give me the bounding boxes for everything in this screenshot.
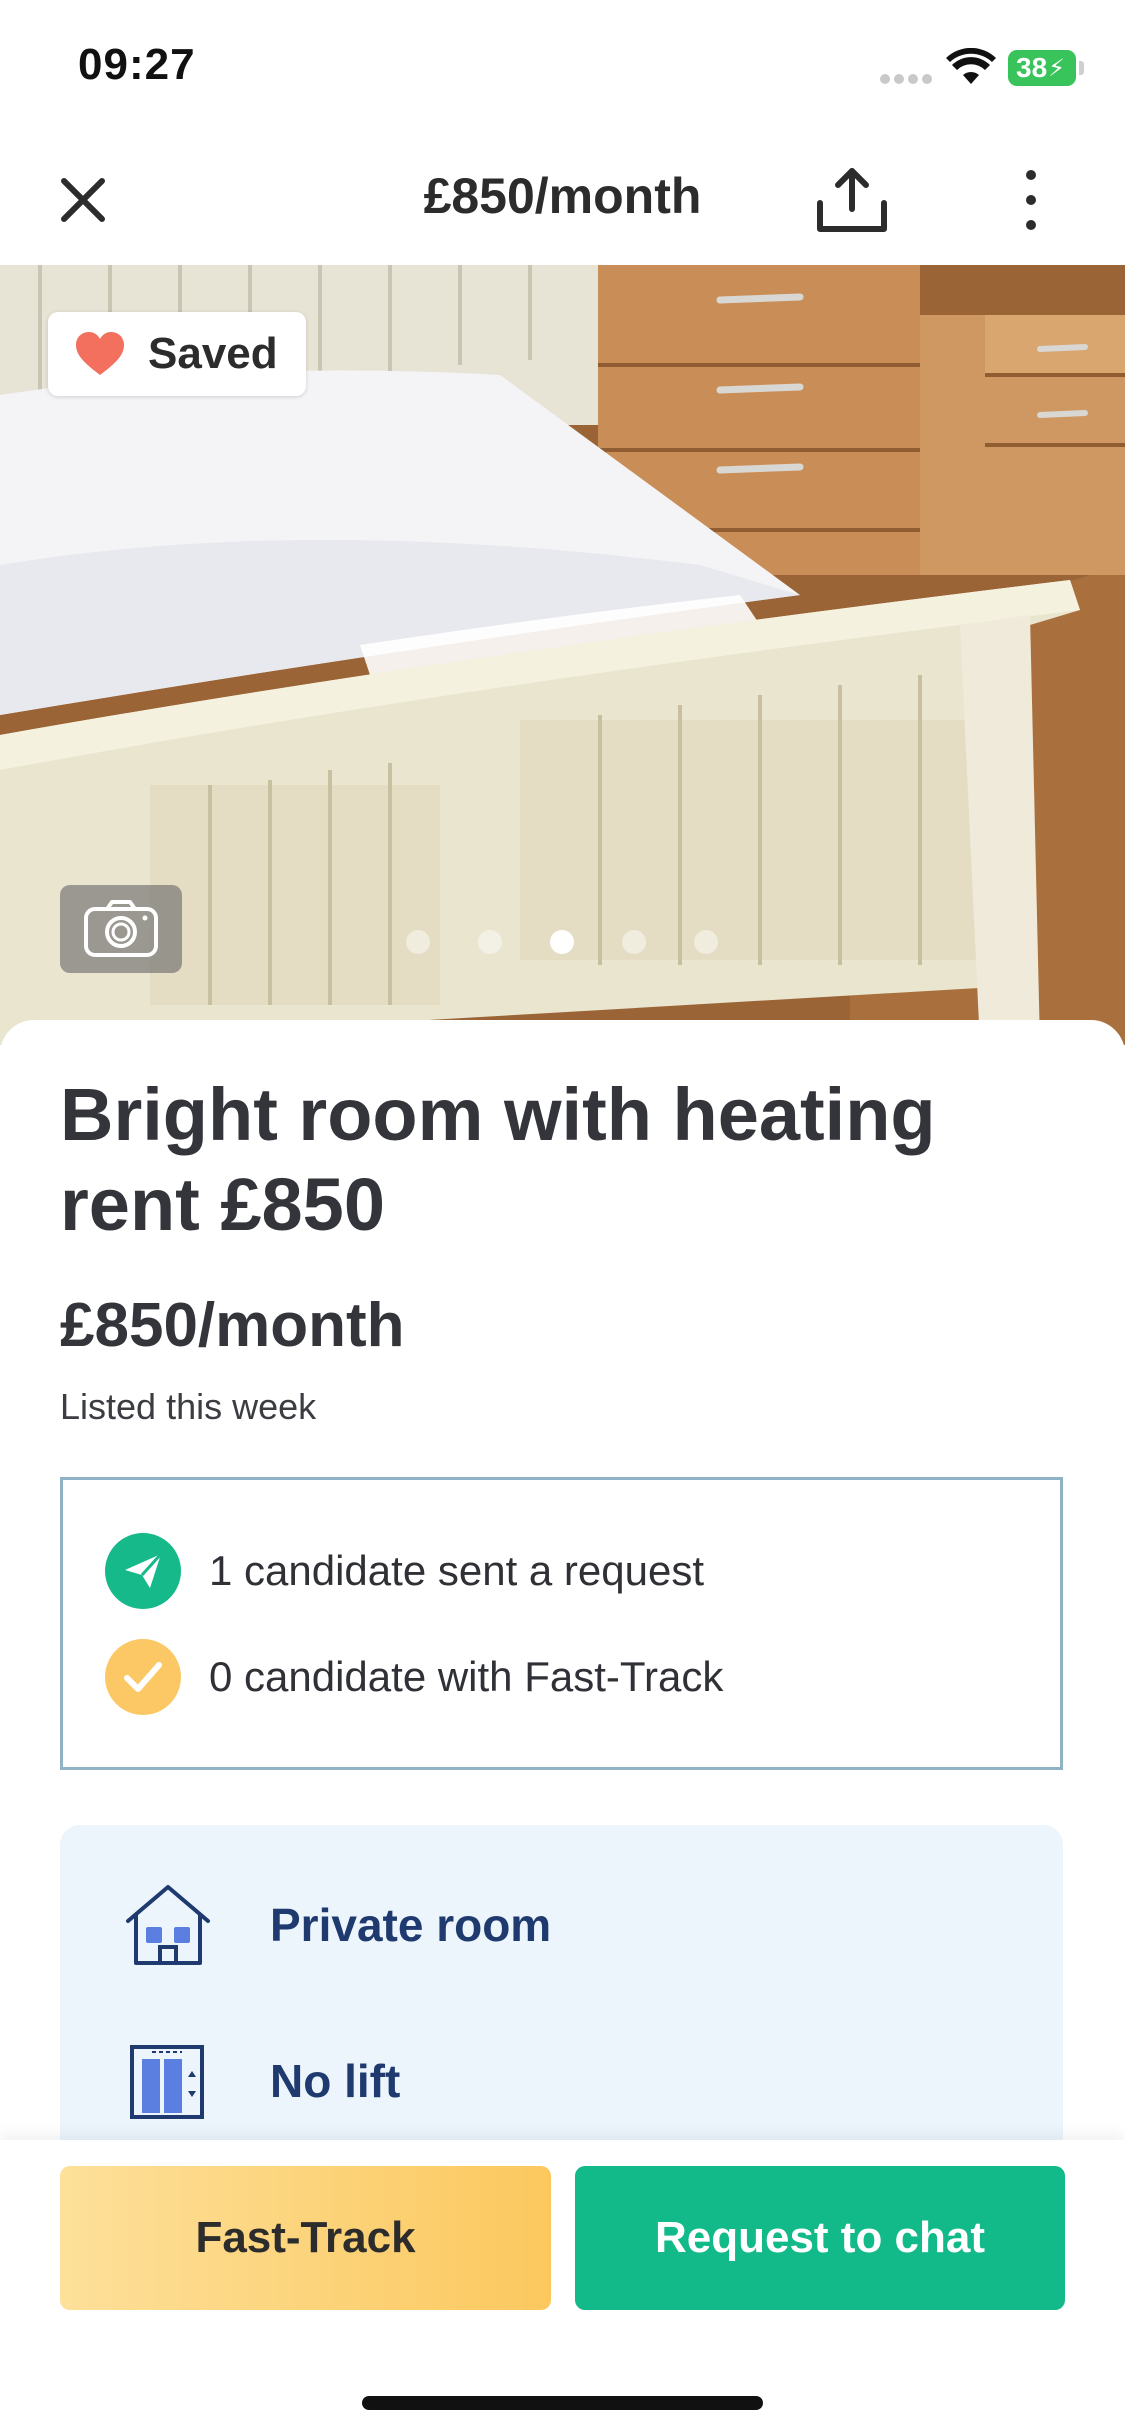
listing-details-sheet: Bright room with heating rent £850 £850/… [0, 1020, 1125, 2165]
battery-level: 38 [1016, 52, 1048, 83]
cellular-signal-icon [880, 74, 934, 84]
saved-label: Saved [148, 329, 278, 378]
property-features: Private room No lift [60, 1825, 1063, 2165]
saved-badge[interactable]: Saved [48, 312, 306, 396]
carousel-dot[interactable] [406, 930, 430, 954]
wifi-icon [946, 48, 996, 84]
listing-price: £850/month [60, 1291, 405, 1360]
battery-cap [1079, 61, 1084, 75]
carousel-dot-active[interactable] [550, 930, 574, 954]
house-icon [126, 1885, 210, 1965]
more-options-icon[interactable] [1010, 167, 1052, 233]
feature-label: Private room [270, 1899, 552, 1951]
status-time: 09:27 [78, 40, 196, 89]
charging-bolt-icon: ⚡ [1048, 54, 1066, 82]
feature-private-room: Private room [122, 1883, 551, 1967]
header-price-title: £850/month [423, 168, 702, 224]
listing-photo-carousel[interactable]: Saved [0, 265, 1125, 1045]
carousel-dot[interactable] [622, 930, 646, 954]
feature-label: No lift [270, 2055, 401, 2107]
bottom-action-bar: Fast-Track Request to chat [0, 2140, 1125, 2436]
carousel-dot[interactable] [694, 930, 718, 954]
listing-title: Bright room with heating rent £850 [60, 1073, 936, 1246]
candidate-fasttrack-text: 0 candidate with Fast-Track [209, 1653, 724, 1700]
candidate-fasttrack-row: 0 candidate with Fast-Track [105, 1638, 723, 1716]
paper-plane-icon [105, 1533, 181, 1609]
candidates-summary: 1 candidate sent a request 0 candidate w… [60, 1477, 1063, 1770]
share-icon[interactable] [812, 165, 892, 237]
battery-icon: 38 ⚡ [1008, 50, 1076, 86]
feature-no-lift: No lift [122, 2041, 400, 2121]
home-indicator[interactable] [362, 2396, 763, 2410]
status-bar: 09:27 38 ⚡ [0, 0, 1125, 135]
request-to-chat-button[interactable]: Request to chat [575, 2166, 1065, 2310]
lift-icon [130, 2045, 204, 2119]
carousel-dot[interactable] [478, 930, 502, 954]
fast-track-button[interactable]: Fast-Track [60, 2166, 551, 2310]
top-navigation-bar: £850/month [0, 135, 1125, 265]
candidate-requests-row: 1 candidate sent a request [105, 1532, 704, 1610]
candidate-requests-text: 1 candidate sent a request [209, 1547, 705, 1594]
listed-date: Listed this week [60, 1386, 317, 1427]
heart-icon [76, 332, 124, 375]
carousel-indicator [0, 930, 1125, 960]
checkmark-icon [105, 1639, 181, 1715]
